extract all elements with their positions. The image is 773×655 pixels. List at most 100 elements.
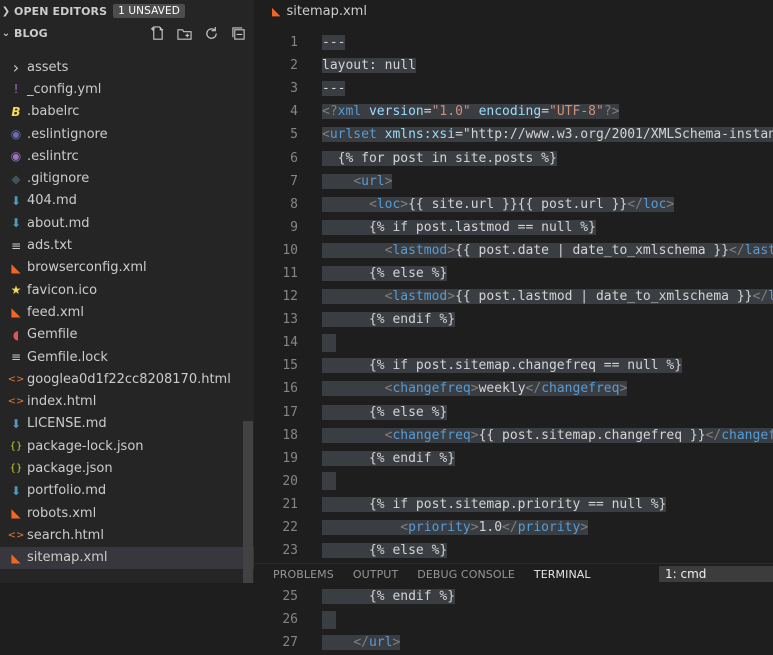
line-text: {% else %}: [322, 265, 448, 281]
new-folder-icon[interactable]: [177, 26, 192, 41]
breadcrumb-filename: sitemap.xml: [286, 3, 367, 19]
file-item[interactable]: ≡ Gemfile.lock: [0, 346, 254, 368]
line-number: 2: [290, 58, 298, 74]
file-item[interactable]: ! _config.yml: [0, 78, 254, 100]
terminal-select[interactable]: 1: cmd: [659, 566, 773, 582]
file-name: .eslintrc: [27, 148, 79, 164]
file-item[interactable]: ⬇ LICENSE.md: [0, 413, 254, 435]
line-number: 22: [282, 520, 298, 536]
file-name: Gemfile.lock: [27, 349, 108, 365]
file-item[interactable]: ⬇ 404.md: [0, 190, 254, 212]
code-editor[interactable]: 1 --- 2 layout: null 3 --- 4 <?xml version="1.0…: [254, 31, 773, 655]
file-item[interactable]: ≡ ads.txt: [0, 234, 254, 256]
line-number: 11: [282, 265, 298, 281]
file-item[interactable]: ◣ sitemap.xml: [0, 546, 254, 569]
ruby-icon: ◖: [12, 327, 20, 342]
file-item[interactable]: ◉ .eslintignore: [0, 123, 254, 145]
file-name: portfolio.md: [27, 483, 107, 499]
file-name: favicon.ico: [27, 282, 98, 298]
rss-icon: ◣: [11, 305, 21, 320]
file-name: Gemfile: [27, 327, 78, 343]
line-number: 17: [282, 404, 298, 420]
file-name: package.json: [27, 460, 113, 476]
code-line: 11 {% else %}: [254, 262, 773, 285]
open-editors-label: OPEN EDITORS: [14, 4, 108, 18]
file-item[interactable]: <> index.html: [0, 390, 254, 412]
tab-output[interactable]: OUTPUT: [353, 568, 398, 581]
line-text: {% endif %}: [322, 450, 456, 466]
file-name: _config.yml: [27, 81, 102, 97]
file-item[interactable]: › assets: [0, 56, 254, 78]
file-name: sitemap.xml: [27, 550, 108, 566]
file-item[interactable]: ◆ .gitignore: [0, 167, 254, 189]
file-name: assets: [27, 59, 69, 75]
code-line: 27 </url>: [254, 631, 773, 654]
file-item[interactable]: <> googlea0d1f22cc8208170.html: [0, 368, 254, 390]
line-number: 12: [282, 289, 298, 305]
file-item[interactable]: ◣ browserconfig.xml: [0, 257, 254, 279]
markdown-icon: ⬇: [10, 416, 22, 431]
code-line: 21 {% if post.sitemap.priority == null %…: [254, 493, 773, 516]
line-text: {% else %}: [322, 543, 448, 559]
line-number: 3: [290, 81, 298, 97]
bottom-panel: PROBLEMS OUTPUT DEBUG CONSOLE TERMINAL 1…: [254, 563, 773, 584]
tab-terminal[interactable]: TERMINAL: [534, 568, 591, 581]
line-text: [322, 610, 336, 629]
collapse-all-icon[interactable]: [231, 26, 246, 41]
line-number: 14: [282, 335, 298, 351]
file-name: googlea0d1f22cc8208170.html: [27, 371, 231, 387]
code-line: 17 {% else %}: [254, 401, 773, 424]
code-line: 6 {% for post in site.posts %}: [254, 146, 773, 169]
new-file-icon[interactable]: [150, 25, 165, 41]
file-item[interactable]: ⬇ about.md: [0, 212, 254, 234]
git-icon: ◆: [11, 171, 21, 186]
line-number: 4: [290, 104, 298, 120]
text-icon: ≡: [10, 238, 22, 253]
line-text: <priority>1.0</priority>: [322, 520, 589, 536]
code-line: 20: [254, 470, 773, 493]
eslint-icon: ◉: [10, 127, 22, 142]
file-item[interactable]: ⬇ portfolio.md: [0, 480, 254, 502]
refresh-icon[interactable]: [204, 26, 219, 41]
file-name: .babelrc: [27, 104, 80, 120]
code-line: 3 ---: [254, 77, 773, 100]
line-text: <lastmod>{{ post.lastmod | date_to_xmlsc…: [322, 289, 773, 305]
code-line: 25 {% endif %}: [254, 585, 773, 608]
tab-debug-console[interactable]: DEBUG CONSOLE: [417, 568, 515, 581]
file-name: about.md: [27, 215, 90, 231]
open-editors-header[interactable]: ❯ OPEN EDITORS 1 UNSAVED: [0, 0, 254, 22]
sidebar-scrollbar[interactable]: [243, 421, 253, 583]
tab-problems[interactable]: PROBLEMS: [273, 568, 334, 581]
exclamation-icon: !: [13, 82, 19, 97]
code-line: 26: [254, 608, 773, 631]
line-number: 26: [282, 612, 298, 628]
file-item[interactable]: {} package.json: [0, 457, 254, 479]
code-line: 23 {% else %}: [254, 539, 773, 562]
folder-header[interactable]: ⌄ BLOG: [0, 22, 254, 44]
code-line: 18 <changefreq>{{ post.sitemap.changefre…: [254, 424, 773, 447]
file-item[interactable]: ◣ robots.xml: [0, 502, 254, 524]
html-icon: <>: [7, 396, 25, 408]
unsaved-badge: 1 UNSAVED: [113, 4, 185, 18]
html-icon: <>: [7, 373, 25, 385]
line-text: </url>: [322, 635, 401, 651]
file-item[interactable]: <> search.html: [0, 524, 254, 546]
file-name: 404.md: [27, 193, 77, 209]
file-item[interactable]: {} package-lock.json: [0, 435, 254, 457]
code-line: 9 {% if post.lastmod == null %}: [254, 216, 773, 239]
file-item[interactable]: ◖ Gemfile: [0, 324, 254, 346]
file-name: browserconfig.xml: [27, 260, 147, 276]
line-number: 5: [290, 127, 298, 143]
file-item[interactable]: B .babelrc: [0, 101, 254, 123]
rss-icon: ◣: [272, 4, 281, 18]
file-tree: › assets! _config.yml B .babelrc ◉ .eslintigno…: [0, 56, 254, 569]
text-icon: ≡: [10, 350, 22, 364]
file-item[interactable]: ◉ .eslintrc: [0, 145, 254, 167]
file-item[interactable]: ◣ feed.xml: [0, 301, 254, 323]
file-item[interactable]: ★ favicon.ico: [0, 279, 254, 301]
code-line: 13 {% endif %}: [254, 308, 773, 331]
line-text: ---: [322, 81, 346, 97]
line-number: 16: [282, 381, 298, 397]
breadcrumb[interactable]: ◣ sitemap.xml: [254, 0, 773, 22]
file-name: package-lock.json: [27, 438, 144, 454]
